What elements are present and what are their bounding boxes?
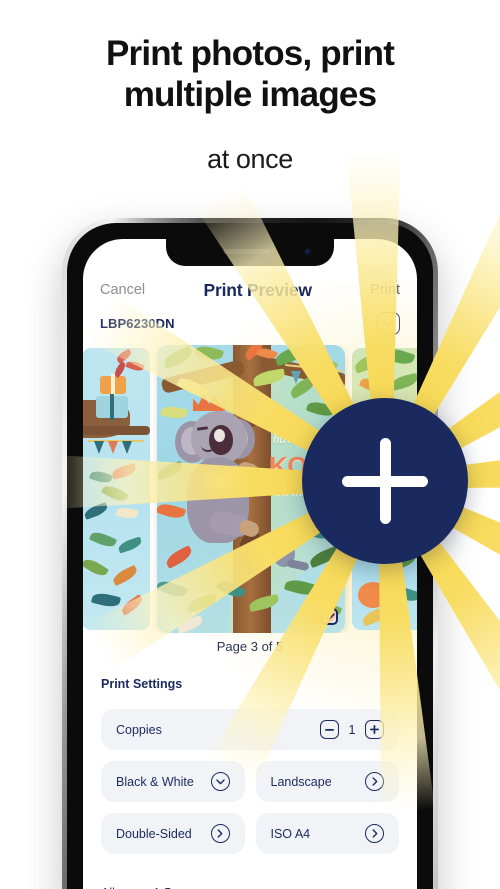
- copies-label: Coppies: [116, 722, 162, 737]
- duplex-label: Double-Sided: [116, 826, 192, 841]
- print-settings-list: Coppies 1 Black & White Landscape Double…: [101, 709, 399, 865]
- page-subtitle: at once: [207, 144, 293, 174]
- paper-size-label: ISO A4: [270, 826, 311, 841]
- navigation-bar: Cancel Print Preview Print: [83, 275, 417, 305]
- setting-row-color-mode[interactable]: Black & White: [101, 761, 245, 802]
- chevron-down-icon: [383, 320, 394, 327]
- copies-stepper[interactable]: 1: [320, 720, 384, 739]
- setting-row-orientation[interactable]: Landscape: [255, 761, 399, 802]
- phone-notch: [166, 239, 334, 266]
- setting-row-pair-2: Double-Sided ISO A4: [101, 813, 399, 865]
- print-settings-heading: Print Settings: [101, 677, 183, 691]
- cancel-button[interactable]: Cancel: [100, 282, 145, 298]
- promo-screenshot: Print photos, print multiple images at o…: [0, 0, 500, 889]
- plus-icon[interactable]: [365, 720, 384, 739]
- screen-title: Print Preview: [203, 279, 312, 300]
- chevron-right-icon[interactable]: [210, 824, 230, 843]
- setting-row-duplex[interactable]: Double-Sided: [101, 813, 245, 854]
- printer-row[interactable]: LBP6230DN: [83, 305, 417, 341]
- page-indicator: Page 3 of 5: [216, 639, 284, 654]
- page-selected-checkbox[interactable]: [321, 608, 338, 625]
- art-text-have-a: have a: [273, 431, 308, 446]
- setting-row-pair-1: Black & White Landscape: [101, 761, 399, 813]
- thumbnail-page-2[interactable]: [83, 348, 150, 630]
- thumbnail-artwork: [83, 348, 150, 630]
- earpiece-speaker: [223, 249, 270, 254]
- chevron-down-icon[interactable]: [210, 772, 230, 791]
- headline-line-2: multiple images: [123, 74, 377, 114]
- setting-row-copies[interactable]: Coppies 1: [101, 709, 399, 750]
- chevron-right-icon[interactable]: [365, 824, 384, 843]
- page-title: Print photos, print multiple images: [0, 34, 500, 115]
- printer-expand-button[interactable]: [377, 311, 400, 335]
- phone-screen: Cancel Print Preview Print LBP6230DN hav…: [83, 239, 417, 889]
- orientation-label: Landscape: [270, 774, 332, 789]
- chevron-right-icon[interactable]: [365, 772, 384, 791]
- printer-name: LBP6230DN: [100, 315, 175, 331]
- add-photos-button[interactable]: [302, 398, 468, 564]
- headline-line-1: Print photos, print: [105, 34, 395, 73]
- color-mode-label: Black & White: [116, 774, 194, 789]
- setting-row-paper-size[interactable]: ISO A4: [255, 813, 399, 854]
- copies-value: 1: [348, 722, 356, 737]
- check-icon: [324, 608, 335, 626]
- print-button[interactable]: Print: [370, 282, 400, 298]
- front-camera: [303, 247, 312, 256]
- minus-icon[interactable]: [320, 720, 339, 739]
